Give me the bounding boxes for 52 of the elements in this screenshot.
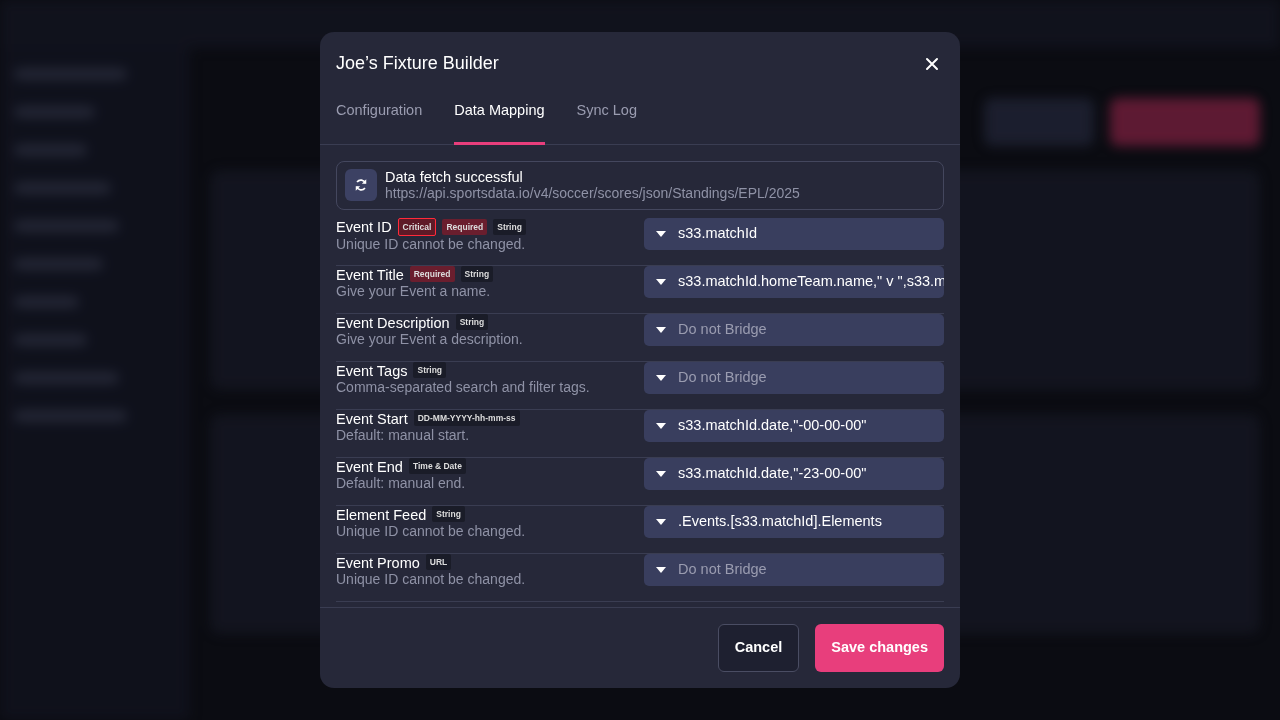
caret-icon <box>656 518 666 525</box>
field-label: Event Promo <box>336 553 420 571</box>
field-label: Event ID <box>336 218 392 236</box>
field-label: Event End <box>336 457 403 475</box>
mapping-dropdown[interactable]: s33.matchId.date,"-00-00-00" <box>644 409 944 442</box>
caret-icon <box>656 566 666 573</box>
caret-icon <box>656 470 666 477</box>
field-hint: Give your Event a description. <box>336 330 523 347</box>
field-label: Event Tags <box>336 361 408 379</box>
field-hint: Default: manual start. <box>336 426 471 443</box>
type-badge: String <box>493 218 526 235</box>
type-badge: String <box>455 314 489 331</box>
type-badge: String <box>432 506 465 523</box>
type-badge: DD-MM-YYYY-hh-mm-ss <box>413 410 520 427</box>
field-hint: Comma-separated search and filter tags. <box>336 378 590 395</box>
type-badge: Time & Date <box>408 458 466 475</box>
close-icon <box>925 57 939 71</box>
mapping-dropdown[interactable]: Do not Bridge <box>644 313 944 346</box>
required-badge: Required <box>409 266 455 283</box>
mapping-dropdown[interactable]: Do not Bridge <box>644 553 944 586</box>
mapping-dropdown[interactable]: .Events.[s33.matchId].Elements <box>644 505 944 538</box>
type-badge: URL <box>425 554 452 571</box>
mapping-dropdown[interactable]: s33.matchId.date,"-23-00-00" <box>644 457 944 490</box>
tab[interactable]: Data Mapping <box>454 94 545 145</box>
save-button[interactable]: Save changes <box>815 624 944 672</box>
sync-icon <box>345 169 377 202</box>
field-hint: Unique ID cannot be changed. <box>336 235 526 252</box>
field-label: Event Start <box>336 409 408 427</box>
caret-icon <box>656 230 666 237</box>
field-label: Element Feed <box>336 505 427 523</box>
field-label: Event Description <box>336 313 450 331</box>
caret-icon <box>656 326 666 333</box>
type-badge: String <box>413 362 447 379</box>
field-label: Event Title <box>336 265 404 283</box>
field-hint: Unique ID cannot be changed. <box>336 522 526 539</box>
caret-icon <box>656 422 666 429</box>
critical-badge: Critical <box>397 217 437 236</box>
mapping-dropdown[interactable]: s33.matchId <box>644 217 944 250</box>
required-badge: Required <box>442 218 488 235</box>
type-badge: String <box>460 266 494 283</box>
field-hint: Default: manual end. <box>336 474 466 491</box>
caret-icon <box>656 278 666 285</box>
caret-icon <box>656 374 666 381</box>
field-hint: Give your Event a name. <box>336 282 492 299</box>
dialog-title: Joe’s Fixture Builder <box>336 53 499 75</box>
tab[interactable]: Configuration <box>336 94 423 145</box>
status-url: https://api.sportsdata.io/v4/soccer/scores/json/Standings/EPL/2025 <box>385 184 800 202</box>
tab[interactable]: Sync Log <box>576 94 637 145</box>
status-title: Data fetch successful <box>385 168 524 185</box>
field-hint: Unique ID cannot be changed. <box>336 570 526 587</box>
mapping-dropdown[interactable]: Do not Bridge <box>644 361 944 394</box>
cancel-button[interactable]: Cancel <box>717 624 800 672</box>
